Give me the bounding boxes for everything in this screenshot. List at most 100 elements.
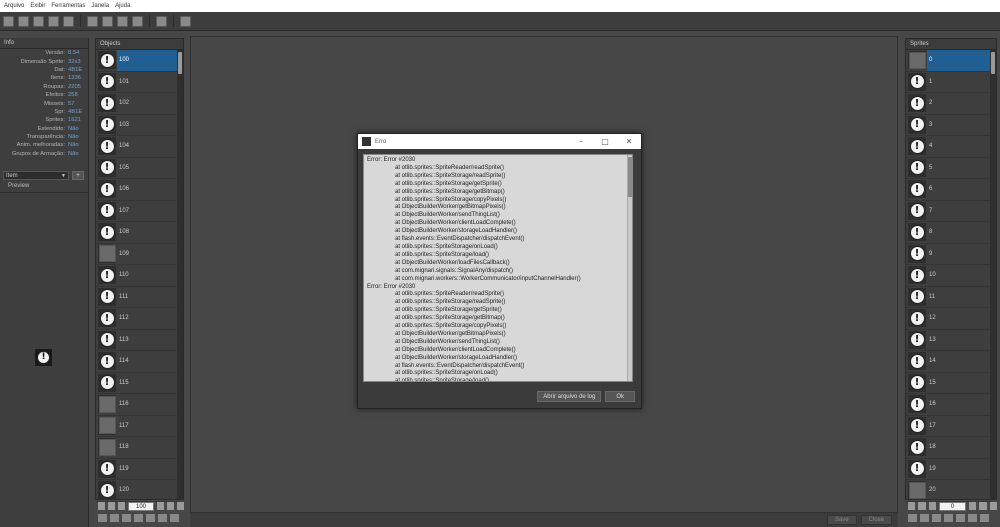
list-item[interactable]: ! 105 (96, 158, 178, 179)
menu-janela[interactable]: Janela (91, 3, 109, 9)
list-item[interactable]: ! 114 (96, 351, 178, 373)
add-icon[interactable] (968, 514, 977, 522)
list-item[interactable]: ! 120 (96, 480, 178, 502)
open-file-icon[interactable] (18, 15, 29, 27)
objects-scroll-thumb[interactable] (178, 52, 182, 74)
list-item[interactable]: ! 15 (906, 373, 991, 394)
list-item[interactable]: ! 12 (906, 308, 991, 330)
sprites-scroll-thumb[interactable] (991, 52, 995, 74)
import-icon[interactable] (920, 514, 929, 522)
list-item[interactable]: ! 9 (906, 244, 991, 265)
list-item[interactable]: ! 119 (96, 459, 178, 480)
new-file-icon[interactable] (3, 15, 14, 27)
list-item[interactable]: ! 101 (96, 72, 178, 93)
list-item[interactable]: 109 (96, 244, 178, 265)
step-forward-icon[interactable] (969, 502, 977, 510)
sprites-scrollbar[interactable] (990, 50, 996, 499)
list-item[interactable]: ! 112 (96, 308, 178, 330)
list-item[interactable]: ! 10 (906, 265, 991, 287)
error-log-scrollbar[interactable] (627, 155, 632, 381)
list-item[interactable]: ! 11 (906, 287, 991, 308)
list-item[interactable]: 0 (906, 50, 991, 72)
list-item[interactable]: ! 3 (906, 115, 991, 136)
list-item[interactable]: ! 14 (906, 351, 991, 373)
list-item[interactable]: ! 16 (906, 394, 991, 416)
find-icon[interactable] (102, 15, 113, 27)
maximize-icon[interactable]: □ (593, 137, 617, 146)
list-item[interactable]: ! 13 (906, 330, 991, 351)
delete-icon[interactable] (170, 514, 179, 522)
category-add-button[interactable]: + (72, 171, 84, 180)
menu-exibir[interactable]: Exibir (30, 3, 45, 9)
list-item[interactable]: ! 18 (906, 437, 991, 459)
compile-icon[interactable] (33, 15, 44, 27)
list-item[interactable]: ! 5 (906, 158, 991, 179)
list-item[interactable]: ! 106 (96, 179, 178, 201)
list-item[interactable]: ! 6 (906, 179, 991, 201)
list-item[interactable]: ! 102 (96, 93, 178, 115)
close-button[interactable]: Close (860, 515, 892, 525)
import-icon[interactable] (110, 514, 119, 522)
ok-button[interactable]: Ok (605, 391, 635, 402)
list-item[interactable]: ! 19 (906, 459, 991, 480)
export-icon[interactable] (932, 514, 941, 522)
step-back-icon[interactable] (117, 502, 125, 510)
duplicate-icon[interactable] (146, 514, 155, 522)
minimize-icon[interactable]: – (569, 137, 593, 146)
export-icon[interactable] (122, 514, 131, 522)
list-item[interactable]: ! 4 (906, 136, 991, 158)
first-page-icon[interactable] (908, 502, 916, 510)
log-window-icon[interactable] (180, 15, 191, 27)
objects-scrollbar[interactable] (177, 50, 183, 499)
list-item[interactable]: ! 8 (906, 222, 991, 244)
list-item[interactable]: ! 111 (96, 287, 178, 308)
open-log-button[interactable]: Abrir arquivo de log (537, 391, 602, 402)
list-item[interactable]: ! 1 (906, 72, 991, 93)
prev-page-icon[interactable] (107, 502, 115, 510)
sprites-page-input[interactable]: 0 (938, 501, 967, 511)
list-item[interactable]: ! 113 (96, 330, 178, 351)
list-item[interactable]: ! 103 (96, 115, 178, 136)
animation-editor-icon[interactable] (156, 15, 167, 27)
list-item[interactable]: ! 115 (96, 373, 178, 394)
list-item[interactable]: ! 104 (96, 136, 178, 158)
replace-icon[interactable] (98, 514, 107, 522)
category-select[interactable]: Item ▼ (3, 171, 69, 180)
menu-ferramentas[interactable]: Ferramentas (51, 3, 85, 9)
objects-page-input[interactable]: 100 (127, 501, 155, 511)
menu-ajuda[interactable]: Ajuda (115, 3, 130, 9)
next-page-icon[interactable] (167, 502, 175, 510)
prev-page-icon[interactable] (918, 502, 926, 510)
list-item[interactable]: ! 2 (906, 93, 991, 115)
next-page-icon[interactable] (979, 502, 987, 510)
last-page-icon[interactable] (989, 502, 998, 510)
merge-icon[interactable] (87, 15, 98, 27)
error-log-textarea[interactable]: Error: Error #2030 at otlib.sprites::Spri… (363, 154, 633, 382)
delete-icon[interactable] (980, 514, 989, 522)
last-page-icon[interactable] (177, 502, 185, 510)
first-page-icon[interactable] (98, 502, 105, 510)
compile-as-icon[interactable] (48, 15, 59, 27)
list-item[interactable]: ! 107 (96, 201, 178, 222)
duplicate-icon[interactable] (956, 514, 965, 522)
save-button[interactable]: Save (826, 515, 857, 525)
list-item[interactable]: ! 110 (96, 265, 178, 287)
dialog-titlebar[interactable]: Erro – □ ✕ (358, 134, 641, 149)
close-file-icon[interactable] (63, 15, 74, 27)
close-icon[interactable]: ✕ (617, 137, 641, 146)
error-log-scroll-thumb[interactable] (628, 157, 632, 197)
list-item[interactable]: ! 7 (906, 201, 991, 222)
menu-arquivo[interactable]: Arquivo (4, 3, 24, 9)
list-item[interactable]: 116 (96, 394, 178, 416)
add-icon[interactable] (158, 514, 167, 522)
list-item[interactable]: ! 100 (96, 50, 178, 72)
list-item[interactable]: 117 (96, 416, 178, 437)
list-item[interactable]: 118 (96, 437, 178, 459)
sprite-optimizer-icon[interactable] (132, 15, 143, 27)
list-item[interactable]: ! 108 (96, 222, 178, 244)
step-back-icon[interactable] (928, 502, 936, 510)
list-item[interactable]: 20 (906, 480, 991, 502)
list-item[interactable]: ! 17 (906, 416, 991, 437)
edit-icon[interactable] (134, 514, 143, 522)
edit-icon[interactable] (944, 514, 953, 522)
